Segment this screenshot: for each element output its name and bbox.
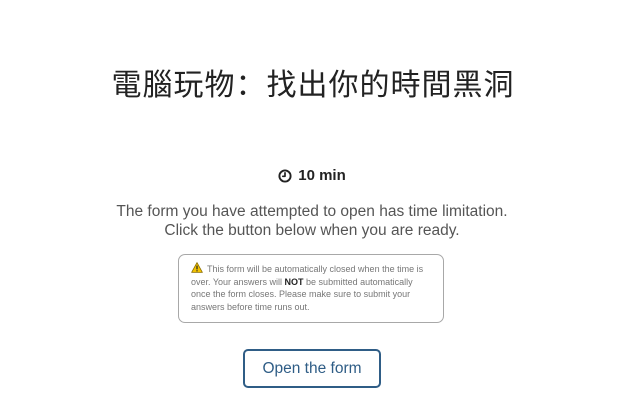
form-title: 電腦玩物：找出你的時間黑洞 [111, 68, 515, 103]
clock-icon [278, 168, 292, 183]
warning-triangle-icon [191, 262, 203, 273]
duration-label: 10 min [298, 166, 346, 184]
duration-indicator: 10 min [0, 164, 624, 186]
message-line-1: The form you have attempted to open has … [116, 203, 508, 220]
time-limit-message: The form you have attempted to open has … [0, 202, 624, 240]
warning-emphasis: NOT [284, 276, 304, 287]
warning-notice: This form will be automatically closed w… [178, 254, 444, 323]
open-form-button[interactable]: Open the form [243, 349, 381, 388]
time-limited-form-page: 電腦玩物：找出你的時間黑洞 10 min The form you have a… [0, 0, 640, 415]
message-line-2: Click the button below when you are read… [164, 222, 460, 239]
